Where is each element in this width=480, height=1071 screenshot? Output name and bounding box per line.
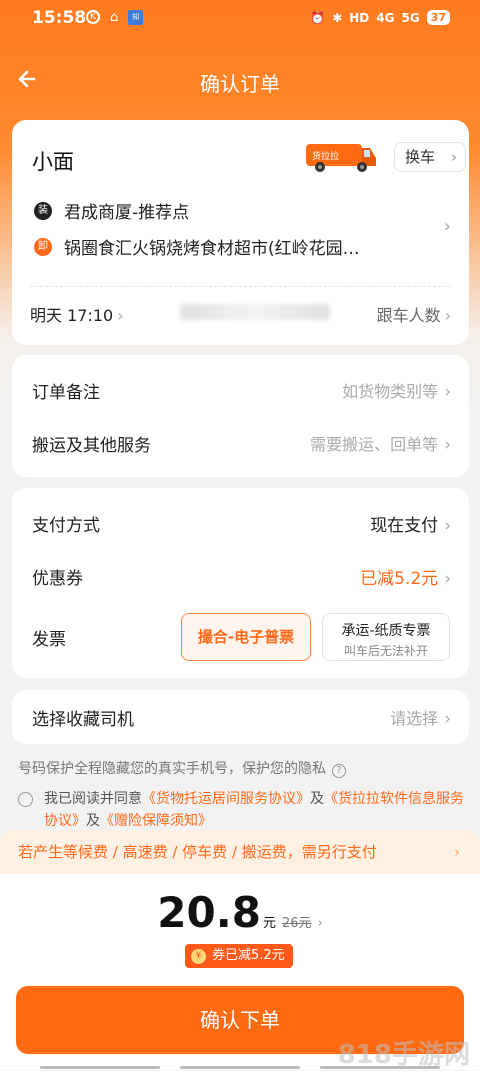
payment-card: 支付方式 现在支付 › 优惠券 已减5.2元 › 发票 撮合-电子普票 承运-纸质专… <box>12 488 469 678</box>
help-icon[interactable]: ? <box>332 764 346 778</box>
chevron-right-icon: › <box>444 435 451 455</box>
bluetooth-icon: ✱ <box>332 10 343 25</box>
invoice-option-paper-subtitle: 叫车后无法补开 <box>343 644 428 658</box>
load-address: 君成商厦-推荐点 <box>64 203 190 223</box>
unload-address-row[interactable]: 卸 锅圈食汇火锅烧烤食材超市(红岭花园… <box>34 234 360 259</box>
order-note-label: 订单备注 <box>32 382 100 403</box>
invoice-option-electronic[interactable]: 撮合-电子普票 <box>181 613 311 661</box>
extra-fee-text: 若产生等候费 / 高速费 / 停车费 / 搬运费，需另行支付 <box>18 843 377 861</box>
favorite-driver-row[interactable]: 选择收藏司机 请选择 › <box>32 702 451 732</box>
coupon-value: 已减5.2元 <box>360 568 439 589</box>
load-badge: 装 <box>34 201 52 220</box>
status-left-icons: K ⌂ 知 <box>86 10 144 25</box>
van-logo-text: 货拉拉 <box>312 150 339 162</box>
agreement-and: 及 <box>86 813 100 829</box>
moving-service-placeholder: 需要搬运、回单等 <box>310 435 439 454</box>
chevron-right-icon: › <box>444 709 451 729</box>
signal-5g-icon: 5G <box>401 10 420 25</box>
k-app-icon: K <box>86 10 100 24</box>
agreement-checkbox[interactable] <box>18 792 33 807</box>
chevron-right-icon: › <box>443 216 451 237</box>
payment-method-row[interactable]: 支付方式 现在支付 › <box>32 508 451 538</box>
nav-bar: 确认订单 <box>0 56 480 106</box>
agreement-text: 我已阅读并同意《货物托运居间服务协议》及《货拉拉软件信息服务协议》及《赠险保障须… <box>18 788 468 832</box>
status-time: 15:58 <box>32 8 87 28</box>
chevron-right-icon: › <box>444 306 451 325</box>
insurance-notice-link[interactable]: 《赠险保障须知》 <box>100 813 212 829</box>
cargo-agreement-link[interactable]: 《货物托运居间服务协议》 <box>142 791 310 807</box>
watermark: 818手游网 <box>337 1040 470 1070</box>
load-address-row[interactable]: 装 君成商厦-推荐点 <box>34 198 189 223</box>
coupon-icon: ¥ <box>191 948 206 964</box>
pickup-time[interactable]: 明天 17:10 › <box>30 302 124 326</box>
price-unit: 元 <box>262 916 276 931</box>
battery-icon: 37 <box>426 10 450 25</box>
vehicle-type: 小面 <box>32 150 74 174</box>
chevron-right-icon: › <box>444 382 451 402</box>
signal-4g-icon: 4G <box>376 10 395 25</box>
change-vehicle-button[interactable]: 换车 › <box>394 142 466 172</box>
taobao-icon: ⌂ <box>110 10 119 25</box>
agreement-and: 及 <box>310 791 324 807</box>
route-card: 小面 货拉拉 换车 › 装 君成商厦-推荐点 卸 锅圈食汇火锅烧烤食材超市(红岭… <box>12 120 469 345</box>
chevron-right-icon: › <box>444 568 451 589</box>
order-note-placeholder: 如货物类别等 <box>342 382 439 401</box>
extras-card: 订单备注 如货物类别等 › 搬运及其他服务 需要搬运、回单等 › <box>12 355 469 477</box>
price-summary[interactable]: 20.8 元 26元 › <box>0 888 480 937</box>
price-amount: 20.8 <box>157 888 261 937</box>
privacy-note: 号码保护全程隐藏您的真实手机号，保护您的隐私? <box>18 758 346 778</box>
follow-count-label: 跟车人数 <box>376 306 441 325</box>
van-icon: 货拉拉 <box>306 144 376 172</box>
change-vehicle-label: 换车 <box>405 148 436 166</box>
coupon-row[interactable]: 优惠券 已减5.2元 › <box>32 561 451 591</box>
chevron-right-icon: › <box>451 148 457 166</box>
agreement: 我已阅读并同意《货物托运居间服务协议》及《货拉拉软件信息服务协议》及《赠险保障须… <box>18 788 468 832</box>
favorite-driver-label: 选择收藏司机 <box>32 709 134 730</box>
alarm-icon: ⏰ <box>310 10 326 25</box>
coupon-discount-badge: ¥ 券已减5.2元 <box>185 944 293 968</box>
hd-icon: HD <box>349 10 370 25</box>
driver-card: 选择收藏司机 请选择 › <box>12 690 469 744</box>
moving-service-label: 搬运及其他服务 <box>32 435 151 456</box>
divider <box>30 286 451 287</box>
unload-address: 锅圈食汇火锅烧烤食材超市(红岭花园… <box>64 239 360 259</box>
original-price: 26元 <box>281 916 312 931</box>
moving-service-row[interactable]: 搬运及其他服务 需要搬运、回单等 › <box>32 428 451 458</box>
pickup-time-value: 明天 17:10 <box>30 306 114 325</box>
invoice-row: 发票 <box>32 622 66 652</box>
coupon-discount-text: 券已减5.2元 <box>212 948 285 963</box>
chevron-right-icon: › <box>117 306 124 325</box>
follow-count[interactable]: 跟车人数 › <box>377 302 451 326</box>
status-right-icons: ⏰ ✱ HD 4G 5G 37 <box>310 10 450 25</box>
unload-badge: 卸 <box>34 237 52 256</box>
invoice-label: 发票 <box>32 629 66 650</box>
order-note-row[interactable]: 订单备注 如货物类别等 › <box>32 375 451 405</box>
payment-method-value: 现在支付 <box>370 515 439 536</box>
invoice-option-paper[interactable]: 承运-纸质专票 叫车后无法补开 <box>322 613 450 661</box>
invoice-option-paper-title: 承运-纸质专票 <box>341 623 431 639</box>
chevron-right-icon: › <box>444 515 451 536</box>
agreement-prefix: 我已阅读并同意 <box>44 791 142 807</box>
extra-fee-notice[interactable]: 若产生等候费 / 高速费 / 停车费 / 搬运费，需另行支付 › <box>0 830 480 874</box>
payment-method-label: 支付方式 <box>32 515 100 536</box>
zhihu-icon: 知 <box>128 10 144 25</box>
chevron-right-icon: › <box>317 916 323 931</box>
favorite-driver-placeholder: 请选择 <box>390 709 439 728</box>
status-bar: 15:58 K ⌂ 知 ⏰ ✱ HD 4G 5G 37 <box>0 0 480 38</box>
blurred-contact <box>180 304 330 320</box>
chevron-right-icon: › <box>454 843 460 861</box>
page-title: 确认订单 <box>200 72 280 96</box>
coupon-label: 优惠券 <box>32 568 83 589</box>
privacy-text: 号码保护全程隐藏您的真实手机号，保护您的隐私 <box>18 761 326 777</box>
